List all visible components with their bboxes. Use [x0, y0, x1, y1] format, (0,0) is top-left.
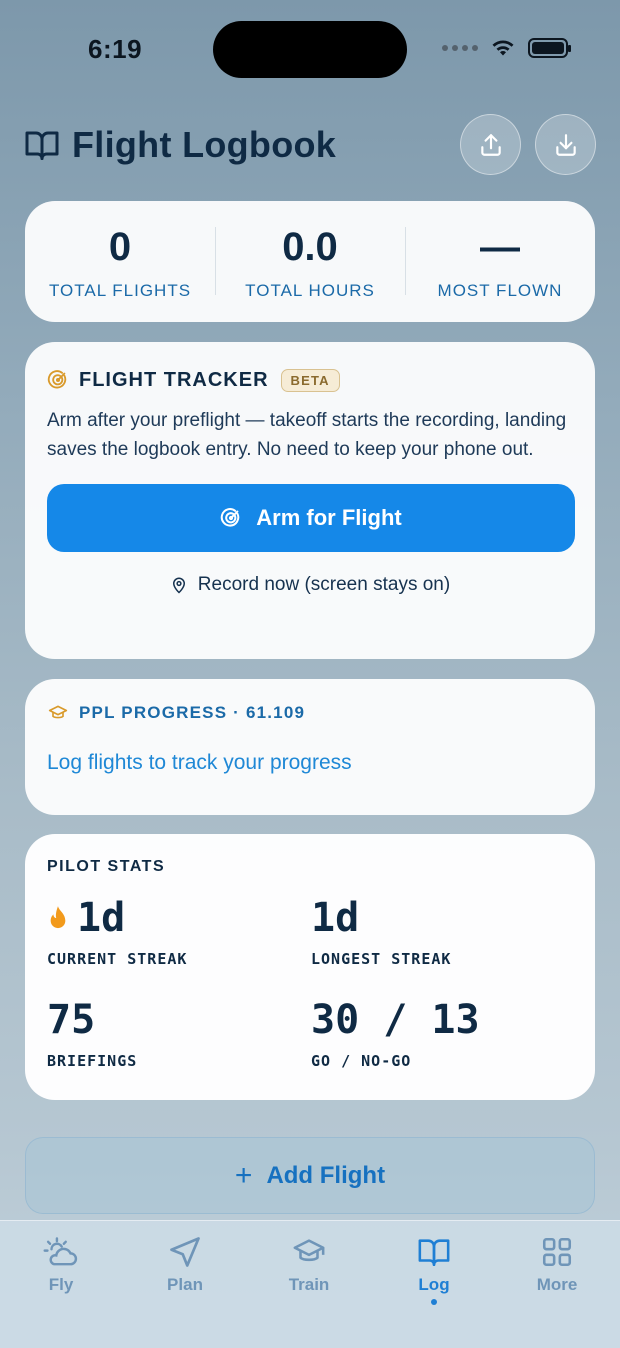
stat-value: 30 / 13 [311, 997, 480, 1043]
import-button[interactable] [535, 114, 596, 175]
share-icon [480, 133, 501, 156]
tab-train[interactable]: Train [259, 1233, 359, 1295]
add-flight-label: Add Flight [266, 1161, 386, 1189]
record-now-label: Record now (screen stays on) [197, 574, 451, 595]
stat-label: GO / NO-GO [311, 1052, 412, 1070]
stat-value: 1d [77, 895, 126, 941]
tab-label: Log [418, 1275, 450, 1294]
active-tab-indicator [431, 1299, 437, 1305]
battery-icon [528, 38, 571, 58]
summary-total-flights: 0 TOTAL FLIGHTS [25, 223, 215, 301]
summary-value: — [480, 224, 520, 269]
tracker-description: Arm after your preflight — takeoff start… [47, 410, 567, 460]
ppl-progress-card[interactable]: PPL PROGRESS · 61.109 Log flights to tra… [25, 679, 595, 815]
stat-briefings: 75 BRIEFINGS [47, 996, 311, 1070]
graduation-cap-icon [293, 1239, 325, 1262]
cloud-sun-icon [43, 1237, 78, 1266]
stat-longest-streak: 1d LONGEST STREAK [311, 894, 575, 968]
flame-icon [50, 906, 66, 929]
flight-tracker-card: FLIGHT TRACKER BETA Arm after your prefl… [25, 342, 595, 659]
ppl-message: Log flights to track your progress [47, 751, 352, 774]
record-now-link[interactable]: Record now (screen stays on) [47, 574, 573, 596]
book-icon [25, 131, 59, 160]
stat-go-no-go: 30 / 13 GO / NO-GO [311, 996, 575, 1070]
grid-icon [542, 1237, 572, 1267]
tab-label: Train [288, 1275, 330, 1294]
radar-icon [221, 508, 240, 527]
summary-label: TOTAL HOURS [245, 280, 375, 300]
stat-label: CURRENT STREAK [47, 950, 188, 968]
summary-value: 0.0 [282, 224, 338, 269]
stat-label: BRIEFINGS [47, 1052, 138, 1070]
tab-label: Fly [48, 1275, 74, 1294]
wifi-icon [492, 40, 514, 56]
summary-label: TOTAL FLIGHTS [48, 280, 192, 300]
arm-button-label: Arm for Flight [256, 505, 402, 530]
plus-icon: + [234, 1158, 253, 1192]
signal-icon [442, 45, 478, 51]
stat-value: 1d [311, 895, 360, 941]
location-pin-icon [172, 577, 185, 594]
navigation-icon [170, 1237, 200, 1267]
arm-for-flight-button[interactable]: Arm for Flight [47, 484, 575, 552]
ppl-title: PPL PROGRESS · 61.109 [79, 703, 306, 722]
tracker-title: FLIGHT TRACKER [79, 368, 269, 391]
stat-value: 75 [47, 997, 96, 1043]
pilot-stats-card: PILOT STATS 1d CURRENT STREAK 1d LONGEST… [25, 834, 595, 1100]
status-time: 6:19 [88, 34, 143, 64]
tab-plan[interactable]: Plan [135, 1233, 235, 1295]
stat-label: LONGEST STREAK [311, 950, 452, 968]
tab-label: More [536, 1275, 578, 1294]
summary-total-hours: 0.0 TOTAL HOURS [215, 223, 405, 301]
tab-fly[interactable]: Fly [11, 1233, 111, 1295]
tab-bar: Fly Plan Train Log More [0, 1220, 620, 1348]
download-icon [555, 133, 576, 156]
stats-title: PILOT STATS [47, 858, 166, 875]
page-header: Flight Logbook [24, 114, 596, 176]
stat-current-streak: 1d CURRENT STREAK [47, 894, 311, 968]
radar-icon [47, 370, 67, 389]
dynamic-island [213, 21, 407, 78]
add-flight-button[interactable]: + Add Flight [25, 1137, 595, 1214]
beta-badge: BETA [280, 368, 340, 392]
status-icons [442, 38, 571, 58]
graduation-cap-icon [48, 705, 68, 719]
tab-log[interactable]: Log [384, 1233, 484, 1305]
tab-label: Plan [167, 1275, 203, 1294]
status-bar: 6:19 [0, 0, 620, 100]
summary-most-flown: — MOST FLOWN [405, 223, 595, 301]
export-button[interactable] [460, 114, 521, 175]
tab-more[interactable]: More [507, 1233, 607, 1295]
summary-label: MOST FLOWN [437, 280, 563, 300]
summary-card: 0 TOTAL FLIGHTS 0.0 TOTAL HOURS — MOST F… [25, 201, 595, 322]
page-title: Flight Logbook [72, 124, 337, 165]
summary-value: 0 [108, 224, 132, 269]
book-icon [418, 1239, 450, 1267]
